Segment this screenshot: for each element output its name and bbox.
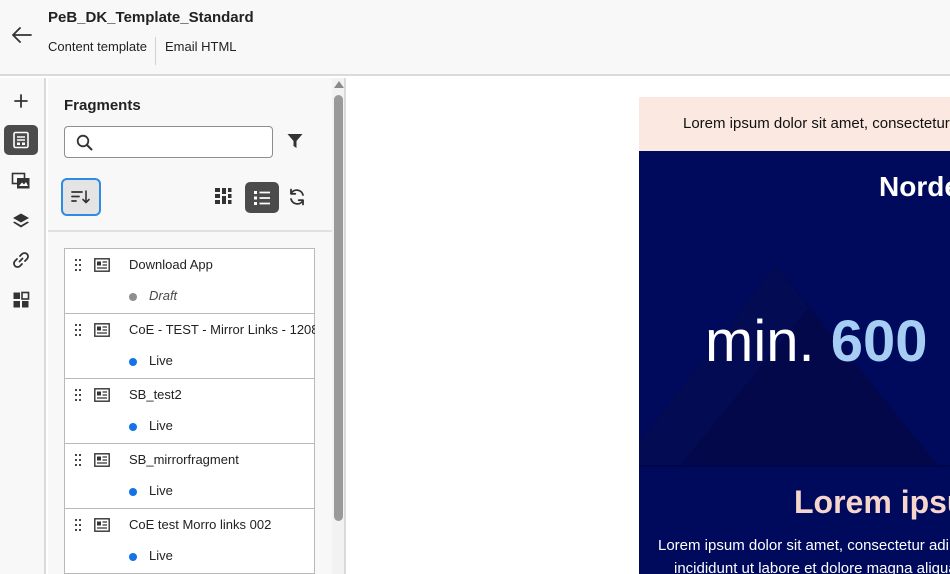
layers-button[interactable] [4,206,38,236]
email-headline: Lorem ipsum [794,484,950,520]
fragments-panel: Fragments Download App Draft CoE - TEST … [48,78,332,574]
status-dot [129,423,137,431]
link-icon [13,252,29,268]
filter-icon [287,134,303,148]
fragment-status: Live [149,418,173,433]
search-input[interactable] [99,131,267,153]
status-dot [129,553,137,561]
email-hero[interactable]: Nordea min. 600 [639,151,950,467]
fragment-item[interactable]: SB_mirrorfragment Live [64,443,315,509]
email-preheader[interactable]: Lorem ipsum dolor sit amet, consectetur … [639,97,950,151]
fragment-status: Live [149,548,173,563]
fragment-icon [94,518,110,532]
assets-icon [11,172,30,189]
thumbnail-view-button[interactable] [214,187,234,207]
arrow-left-icon [12,27,32,43]
drag-handle-icon[interactable] [75,519,81,531]
template-type-label: Content template [48,39,148,54]
channel-label: Email HTML [165,39,237,54]
fragments-button[interactable] [4,125,38,155]
status-dot [129,358,137,366]
page-title: PeB_DK_Template_Standard [48,9,254,26]
amount-value: 600 [830,309,928,374]
search-icon [76,134,93,151]
panel-divider [48,230,332,232]
fragments-icon [13,131,29,149]
fragment-icon [94,323,110,337]
fragment-name: Download App [129,257,213,272]
fragment-item[interactable]: CoE test Morro links 002 Live [64,508,315,574]
top-header: PeB_DK_Template_Standard Content templat… [0,0,950,76]
status-dot [129,488,137,496]
components-icon [13,291,30,308]
fragment-name: SB_mirrorfragment [129,452,239,467]
left-tool-rail [0,78,46,574]
panel-scrollbar[interactable] [332,78,346,574]
fragment-icon [94,453,110,467]
fragment-name: CoE test Morro links 002 [129,517,272,532]
back-button[interactable] [10,24,34,46]
fragment-status: Draft [149,288,178,303]
scroll-up-arrow-icon[interactable] [334,81,344,88]
email-body-line-2: incididunt ut labore et dolore magna ali… [674,560,950,574]
fragment-item[interactable]: CoE - TEST - Mirror Links - 12082 Live [64,313,315,379]
preheader-text: Lorem ipsum dolor sit amet, consectetur … [683,115,950,132]
panel-title: Fragments [64,97,141,114]
fragment-name: CoE - TEST - Mirror Links - 12082 [129,322,315,337]
plus-icon [14,94,28,108]
drag-handle-icon[interactable] [75,389,81,401]
refresh-icon [290,188,304,206]
list-view-button[interactable] [245,182,279,213]
refresh-button[interactable] [287,187,309,209]
filter-button[interactable] [286,132,308,154]
email-body-line-1: Lorem ipsum dolor sit amet, consectetur … [658,537,950,554]
header-divider [155,37,156,65]
fragment-status: Live [149,483,173,498]
drag-handle-icon[interactable] [75,454,81,466]
fragment-icon [94,258,110,272]
hero-amount: min. 600 [705,308,927,375]
status-dot [129,293,137,301]
drag-handle-icon[interactable] [75,259,81,271]
fragment-item[interactable]: SB_test2 Live [64,378,315,444]
layers-icon [13,213,29,228]
scroll-thumb[interactable] [334,95,343,521]
fragment-icon [94,388,110,402]
components-button[interactable] [4,285,38,315]
email-canvas[interactable]: Lorem ipsum dolor sit amet, consectetur … [348,78,950,574]
list-view-icon [254,190,270,205]
grid-view-icon [215,188,232,204]
fragment-name: SB_test2 [129,387,182,402]
fragment-list: Download App Draft CoE - TEST - Mirror L… [64,248,315,574]
brand-logo: Nordea [879,171,950,202]
assets-button[interactable] [4,166,38,196]
search-field[interactable] [64,126,273,158]
add-button[interactable] [4,86,38,116]
fragment-item[interactable]: Download App Draft [64,248,315,314]
amount-prefix: min. [705,309,815,374]
links-button[interactable] [4,245,38,275]
sort-icon [71,190,90,204]
drag-handle-icon[interactable] [75,324,81,336]
sort-button[interactable] [61,178,101,216]
fragment-status: Live [149,353,173,368]
